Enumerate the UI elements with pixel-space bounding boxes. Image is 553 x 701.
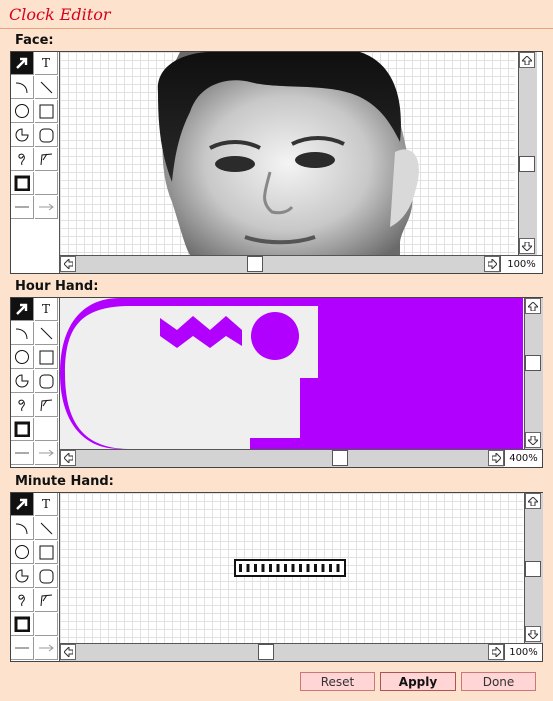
face-vertical-thumb[interactable] xyxy=(519,156,535,172)
fill-pattern-swatch[interactable] xyxy=(35,418,58,441)
window-title: Clock Editor xyxy=(9,5,111,24)
arrow-tool-icon[interactable] xyxy=(11,493,34,516)
minute-hand-artwork xyxy=(234,559,346,577)
border-thickness-icon[interactable] xyxy=(11,613,34,636)
hour-hand-editor: T 400% xyxy=(10,297,543,468)
arc-tool-icon[interactable] xyxy=(11,322,34,345)
border-thickness-icon[interactable] xyxy=(11,418,34,441)
oval-tool-icon[interactable] xyxy=(11,100,34,123)
face-editor: T 100% xyxy=(10,51,543,274)
text-tool-icon[interactable]: T xyxy=(35,298,58,321)
scroll-left-arrow-icon[interactable] xyxy=(60,644,76,660)
hour-hand-vertical-scrollbar[interactable] xyxy=(524,298,543,449)
line-style-icon[interactable] xyxy=(11,442,34,465)
face-vertical-scrollbar[interactable] xyxy=(518,52,537,255)
face-horizontal-thumb[interactable] xyxy=(247,256,263,272)
minute-hand-tool-palette: T xyxy=(11,493,60,661)
hour-hand-label: Hour Hand: xyxy=(15,279,99,294)
scroll-down-arrow-icon[interactable] xyxy=(525,432,541,448)
wedge-tool-icon[interactable] xyxy=(11,124,34,147)
freehand-tool-icon[interactable] xyxy=(11,394,34,417)
scroll-right-arrow-icon[interactable] xyxy=(484,256,500,272)
polygon-tool-icon[interactable] xyxy=(35,589,58,612)
border-thickness-icon[interactable] xyxy=(11,172,34,195)
face-horizontal-scrollbar[interactable] xyxy=(60,255,500,273)
line-style-icon[interactable] xyxy=(11,196,34,219)
rounded-rect-tool-icon[interactable] xyxy=(35,565,58,588)
title-bar: Clock Editor xyxy=(0,0,553,29)
minute-hand-vertical-scrollbar[interactable] xyxy=(524,493,543,643)
freehand-tool-icon[interactable] xyxy=(11,148,34,171)
hour-hand-horizontal-scrollbar[interactable] xyxy=(60,449,504,467)
line-tool-icon[interactable] xyxy=(35,322,58,345)
arc-tool-icon[interactable] xyxy=(11,76,34,99)
minute-hand-canvas[interactable] xyxy=(60,493,523,643)
line-style-icon[interactable] xyxy=(11,637,34,660)
rounded-rect-tool-icon[interactable] xyxy=(35,370,58,393)
rectangle-tool-icon[interactable] xyxy=(35,541,58,564)
text-tool-label: T xyxy=(41,497,50,511)
arrow-style-icon[interactable] xyxy=(35,442,58,465)
rounded-rect-tool-icon[interactable] xyxy=(35,124,58,147)
face-label: Face: xyxy=(15,33,54,48)
wedge-tool-icon[interactable] xyxy=(11,370,34,393)
line-tool-icon[interactable] xyxy=(35,76,58,99)
line-tool-icon[interactable] xyxy=(35,517,58,540)
arc-tool-icon[interactable] xyxy=(11,517,34,540)
done-button[interactable]: Done xyxy=(461,672,536,691)
scroll-down-arrow-icon[interactable] xyxy=(519,238,535,254)
minute-hand-horizontal-thumb[interactable] xyxy=(258,644,274,660)
minute-hand-vertical-thumb[interactable] xyxy=(525,561,541,577)
scroll-up-arrow-icon[interactable] xyxy=(525,493,541,509)
arrow-tool-icon[interactable] xyxy=(11,298,34,321)
hour-hand-canvas[interactable] xyxy=(60,298,523,449)
rectangle-tool-icon[interactable] xyxy=(35,100,58,123)
oval-tool-icon[interactable] xyxy=(11,346,34,369)
scroll-right-arrow-icon[interactable] xyxy=(488,644,504,660)
fill-pattern-swatch[interactable] xyxy=(35,613,58,636)
arrow-style-icon[interactable] xyxy=(35,196,58,219)
reset-button[interactable]: Reset xyxy=(300,672,375,691)
scroll-right-arrow-icon[interactable] xyxy=(488,450,504,466)
polygon-tool-icon[interactable] xyxy=(35,394,58,417)
minute-hand-editor: T 100% xyxy=(10,492,543,662)
oval-tool-icon[interactable] xyxy=(11,541,34,564)
hour-hand-horizontal-thumb[interactable] xyxy=(332,450,348,466)
scroll-left-arrow-icon[interactable] xyxy=(60,450,76,466)
freehand-tool-icon[interactable] xyxy=(11,589,34,612)
hour-hand-artwork xyxy=(60,298,523,449)
arrow-style-icon[interactable] xyxy=(35,637,58,660)
text-tool-label: T xyxy=(41,302,50,316)
minute-hand-label: Minute Hand: xyxy=(15,474,114,489)
face-canvas[interactable] xyxy=(60,52,515,255)
rectangle-tool-icon[interactable] xyxy=(35,346,58,369)
scroll-down-arrow-icon[interactable] xyxy=(525,626,541,642)
face-zoom-level[interactable]: 100% xyxy=(500,255,542,272)
face-tool-palette: T xyxy=(11,52,60,273)
text-tool-label: T xyxy=(41,56,50,70)
hour-hand-zoom-level[interactable]: 400% xyxy=(504,449,542,466)
polygon-tool-icon[interactable] xyxy=(35,148,58,171)
text-tool-icon[interactable]: T xyxy=(35,52,58,75)
scroll-up-arrow-icon[interactable] xyxy=(525,298,541,314)
hour-hand-vertical-thumb[interactable] xyxy=(525,355,541,371)
scroll-left-arrow-icon[interactable] xyxy=(60,256,76,272)
text-tool-icon[interactable]: T xyxy=(35,493,58,516)
apply-button[interactable]: Apply xyxy=(380,672,456,691)
minute-hand-zoom-level[interactable]: 100% xyxy=(504,643,542,660)
face-portrait-image xyxy=(157,52,419,255)
arrow-tool-icon[interactable] xyxy=(11,52,34,75)
scroll-up-arrow-icon[interactable] xyxy=(519,52,535,68)
fill-pattern-swatch[interactable] xyxy=(35,172,58,195)
wedge-tool-icon[interactable] xyxy=(11,565,34,588)
minute-hand-horizontal-scrollbar[interactable] xyxy=(60,643,504,661)
hour-hand-tool-palette: T xyxy=(11,298,60,467)
